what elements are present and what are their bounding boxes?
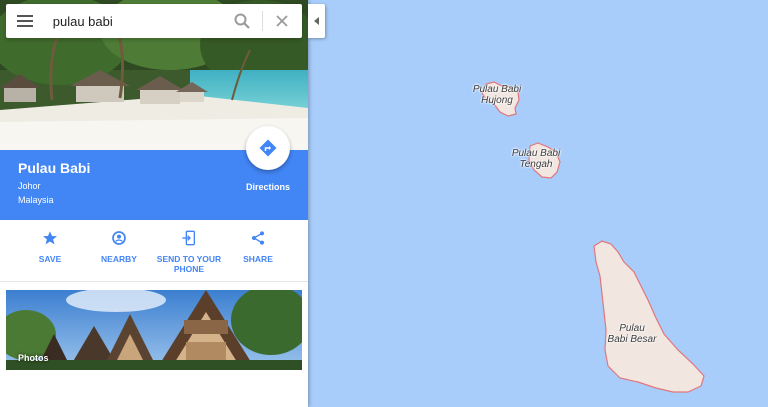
send-to-phone-label: SEND TO YOUR PHONE [156,254,222,274]
island-label-tengah[interactable]: Pulau Babi Tengah [506,148,566,170]
photos-tile[interactable]: Photos [6,290,302,370]
search-divider [261,11,263,31]
photos-thumbnail [6,290,302,370]
menu-button[interactable] [6,4,45,38]
island-label-besar-line1: Pulau [619,323,645,334]
search-button[interactable] [229,4,256,38]
place-country: Malaysia [18,195,54,205]
chevron-left-icon [313,17,319,25]
share-label: SHARE [243,254,273,264]
island-pulau-babi-besar [593,240,705,393]
clear-search-button[interactable] [269,4,296,38]
search-box [6,4,302,38]
share-icon [252,231,264,245]
save-label: SAVE [38,254,62,264]
island-label-hujong[interactable]: Pulau Babi Hujong [466,84,528,106]
send-to-phone-button[interactable]: SEND TO YOUR PHONE [154,228,224,274]
save-button[interactable]: SAVE [15,228,85,264]
close-icon [276,15,289,27]
place-title: Pulau Babi [18,160,91,176]
directions-icon [259,139,277,157]
map-canvas[interactable]: Pulau Babi Hujong Pulau Babi Tengah Pula… [308,0,768,407]
collapse-panel-button[interactable] [308,4,325,38]
island-label-besar-line2: Babi Besar [607,334,657,345]
search-input[interactable] [44,4,229,38]
place-header: Pulau Babi Johor Malaysia Directions [0,126,308,220]
directions-button[interactable] [246,126,290,170]
hamburger-menu-icon [17,15,34,27]
island-label-besar[interactable]: Pulau Babi Besar [602,323,662,345]
nearby-label: NEARBY [101,254,137,264]
directions-label[interactable]: Directions [238,182,298,192]
send-to-phone-icon [182,230,195,246]
island-label-tengah-line2: Tengah [519,159,553,170]
place-state: Johor [18,181,41,191]
island-label-tengah-line1: Pulau Babi [511,148,561,159]
nearby-button[interactable]: NEARBY [84,228,154,264]
nearby-pin-icon [112,231,126,245]
star-icon [43,231,57,245]
search-icon [234,13,251,29]
share-button[interactable]: SHARE [223,228,293,264]
place-panel: Pulau Babi Johor Malaysia Directions SAV… [0,0,308,407]
action-bar: SAVE NEARBY SEND TO YOUR PHONE SHARE [0,220,308,282]
photos-label: Photos [18,353,49,363]
island-label-hujong-line1: Pulau Babi [472,84,522,95]
map-islands [481,81,705,393]
island-label-hujong-line2: Hujong [481,95,513,106]
